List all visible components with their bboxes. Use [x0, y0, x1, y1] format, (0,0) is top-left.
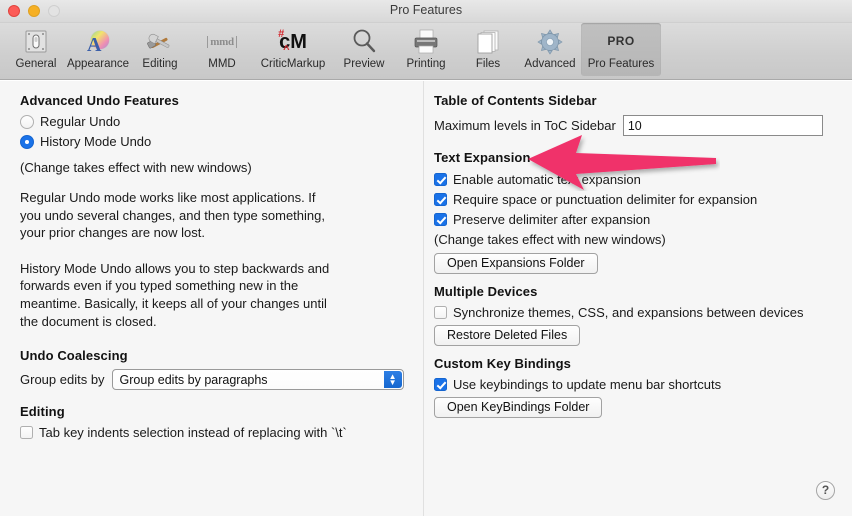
radio-label: History Mode Undo — [40, 134, 152, 149]
checkbox-label: Enable automatic text expansion — [453, 172, 641, 187]
preferences-window: Pro Features General A Appearance Editin… — [0, 0, 852, 516]
checkbox-label: Tab key indents selection instead of rep… — [39, 425, 347, 441]
toolbar-label: Editing — [142, 58, 178, 70]
expansion-change-note: (Change takes effect with new windows) — [434, 232, 666, 247]
toolbar-label: CriticMarkup — [260, 58, 326, 70]
regular-undo-description: Regular Undo mode works like most applic… — [20, 190, 325, 241]
checkbox-enable-text-expansion[interactable]: Enable automatic text expansion — [434, 172, 834, 187]
toc-levels-label: Maximum levels in ToC Sidebar — [434, 118, 616, 133]
checkbox-indicator[interactable] — [434, 193, 447, 206]
radio-history-mode-undo[interactable]: History Mode Undo — [20, 134, 420, 149]
checkbox-tab-key-indents[interactable]: Tab key indents selection instead of rep… — [20, 425, 420, 440]
svg-text:A: A — [87, 34, 102, 56]
toolbar-item-advanced[interactable]: Advanced — [519, 23, 581, 76]
toolbar-item-printing[interactable]: Printing — [395, 23, 457, 76]
toolbar-item-editing[interactable]: Editing — [129, 23, 191, 76]
hammer-wrench-icon — [143, 26, 177, 57]
checkbox-label: Require space or punctuation delimiter f… — [453, 192, 758, 207]
title-bar: Pro Features — [0, 0, 852, 23]
toolbar-item-files[interactable]: Files — [457, 23, 519, 76]
radio-label: Regular Undo — [40, 114, 121, 129]
printer-icon — [409, 26, 443, 57]
history-undo-description: History Mode Undo allows you to step bac… — [20, 260, 330, 329]
checkbox-label: Synchronize themes, CSS, and expansions … — [453, 305, 804, 320]
mmd-icon: mmd — [205, 26, 239, 57]
toolbar-label: Advanced — [524, 58, 576, 70]
help-button[interactable]: ? — [816, 481, 835, 500]
column-divider — [423, 81, 424, 516]
toolbar-label: Preview — [343, 58, 385, 70]
toolbar-item-pro-features[interactable]: PRO Pro Features — [581, 23, 661, 76]
radio-regular-undo[interactable]: Regular Undo — [20, 114, 420, 129]
pro-badge-icon: PRO — [604, 26, 638, 57]
gear-icon — [533, 26, 567, 57]
palette-a-icon: A — [81, 26, 115, 57]
preferences-content: Advanced Undo Features Regular Undo Hist… — [0, 80, 852, 516]
critic-markup-icon: # cM ^ — [278, 27, 307, 56]
toolbar-label: Pro Features — [587, 58, 655, 70]
radio-indicator[interactable] — [20, 114, 34, 129]
toolbar-label: Printing — [406, 58, 446, 70]
checkbox-indicator[interactable] — [434, 306, 447, 319]
toolbar-item-preview[interactable]: Preview — [333, 23, 395, 76]
toolbar-label: Appearance — [66, 58, 130, 70]
group-edits-value: Group edits by paragraphs — [119, 372, 268, 387]
toolbar-label: Files — [475, 58, 501, 70]
checkbox-label: Preserve delimiter after expansion — [453, 212, 651, 227]
editing-heading: Editing — [20, 404, 65, 420]
chevron-up-down-icon[interactable]: ▲ ▼ — [383, 371, 402, 389]
toc-levels-row: Maximum levels in ToC Sidebar — [434, 115, 834, 136]
checkbox-indicator[interactable] — [434, 173, 447, 186]
custom-key-bindings-heading: Custom Key Bindings — [434, 356, 571, 371]
magnifier-icon — [347, 26, 381, 57]
pro-badge-label: PRO — [607, 34, 635, 48]
checkbox-label: Use keybindings to update menu bar short… — [453, 377, 722, 392]
radio-indicator[interactable] — [20, 134, 34, 149]
toolbar-item-criticmarkup[interactable]: # cM ^ CriticMarkup — [253, 23, 333, 76]
checkbox-indicator[interactable] — [20, 426, 33, 440]
open-keybindings-folder-button[interactable]: Open KeyBindings Folder — [434, 397, 603, 418]
checkbox-use-keybindings[interactable]: Use keybindings to update menu bar short… — [434, 377, 834, 392]
toolbar-item-general[interactable]: General — [5, 23, 67, 76]
left-column: Advanced Undo Features Regular Undo Hist… — [20, 93, 420, 445]
toolbar-item-mmd[interactable]: mmd MMD — [191, 23, 253, 76]
restore-deleted-files-button[interactable]: Restore Deleted Files — [434, 325, 581, 346]
switch-icon — [19, 26, 53, 57]
multiple-devices-heading: Multiple Devices — [434, 284, 538, 299]
text-expansion-heading: Text Expansion — [434, 150, 531, 165]
toolbar-label: General — [15, 58, 57, 70]
checkbox-indicator[interactable] — [434, 213, 447, 226]
toc-levels-input[interactable] — [622, 115, 823, 136]
group-edits-label: Group edits by — [20, 372, 105, 388]
preferences-toolbar: General A Appearance Editing mmd MMD # c… — [0, 23, 852, 80]
group-edits-row: Group edits by Group edits by paragraphs… — [20, 369, 420, 391]
checkbox-indicator[interactable] — [434, 378, 447, 391]
toc-sidebar-heading: Table of Contents Sidebar — [434, 93, 597, 108]
advanced-undo-heading: Advanced Undo Features — [20, 93, 179, 108]
window-title: Pro Features — [389, 3, 463, 17]
open-expansions-folder-button[interactable]: Open Expansions Folder — [434, 253, 598, 274]
checkbox-synchronize-devices[interactable]: Synchronize themes, CSS, and expansions … — [434, 305, 834, 320]
undo-coalescing-heading: Undo Coalescing — [20, 348, 128, 364]
toolbar-label: MMD — [208, 58, 236, 70]
toolbar-item-appearance[interactable]: A Appearance — [67, 23, 129, 76]
checkbox-require-delimiter[interactable]: Require space or punctuation delimiter f… — [434, 192, 834, 207]
group-edits-select[interactable]: Group edits by paragraphs ▲ ▼ — [111, 369, 404, 391]
undo-change-note: (Change takes effect with new windows) — [20, 160, 252, 175]
right-column: Table of Contents Sidebar Maximum levels… — [434, 93, 834, 418]
documents-icon — [471, 26, 505, 57]
checkbox-preserve-delimiter[interactable]: Preserve delimiter after expansion — [434, 212, 834, 227]
